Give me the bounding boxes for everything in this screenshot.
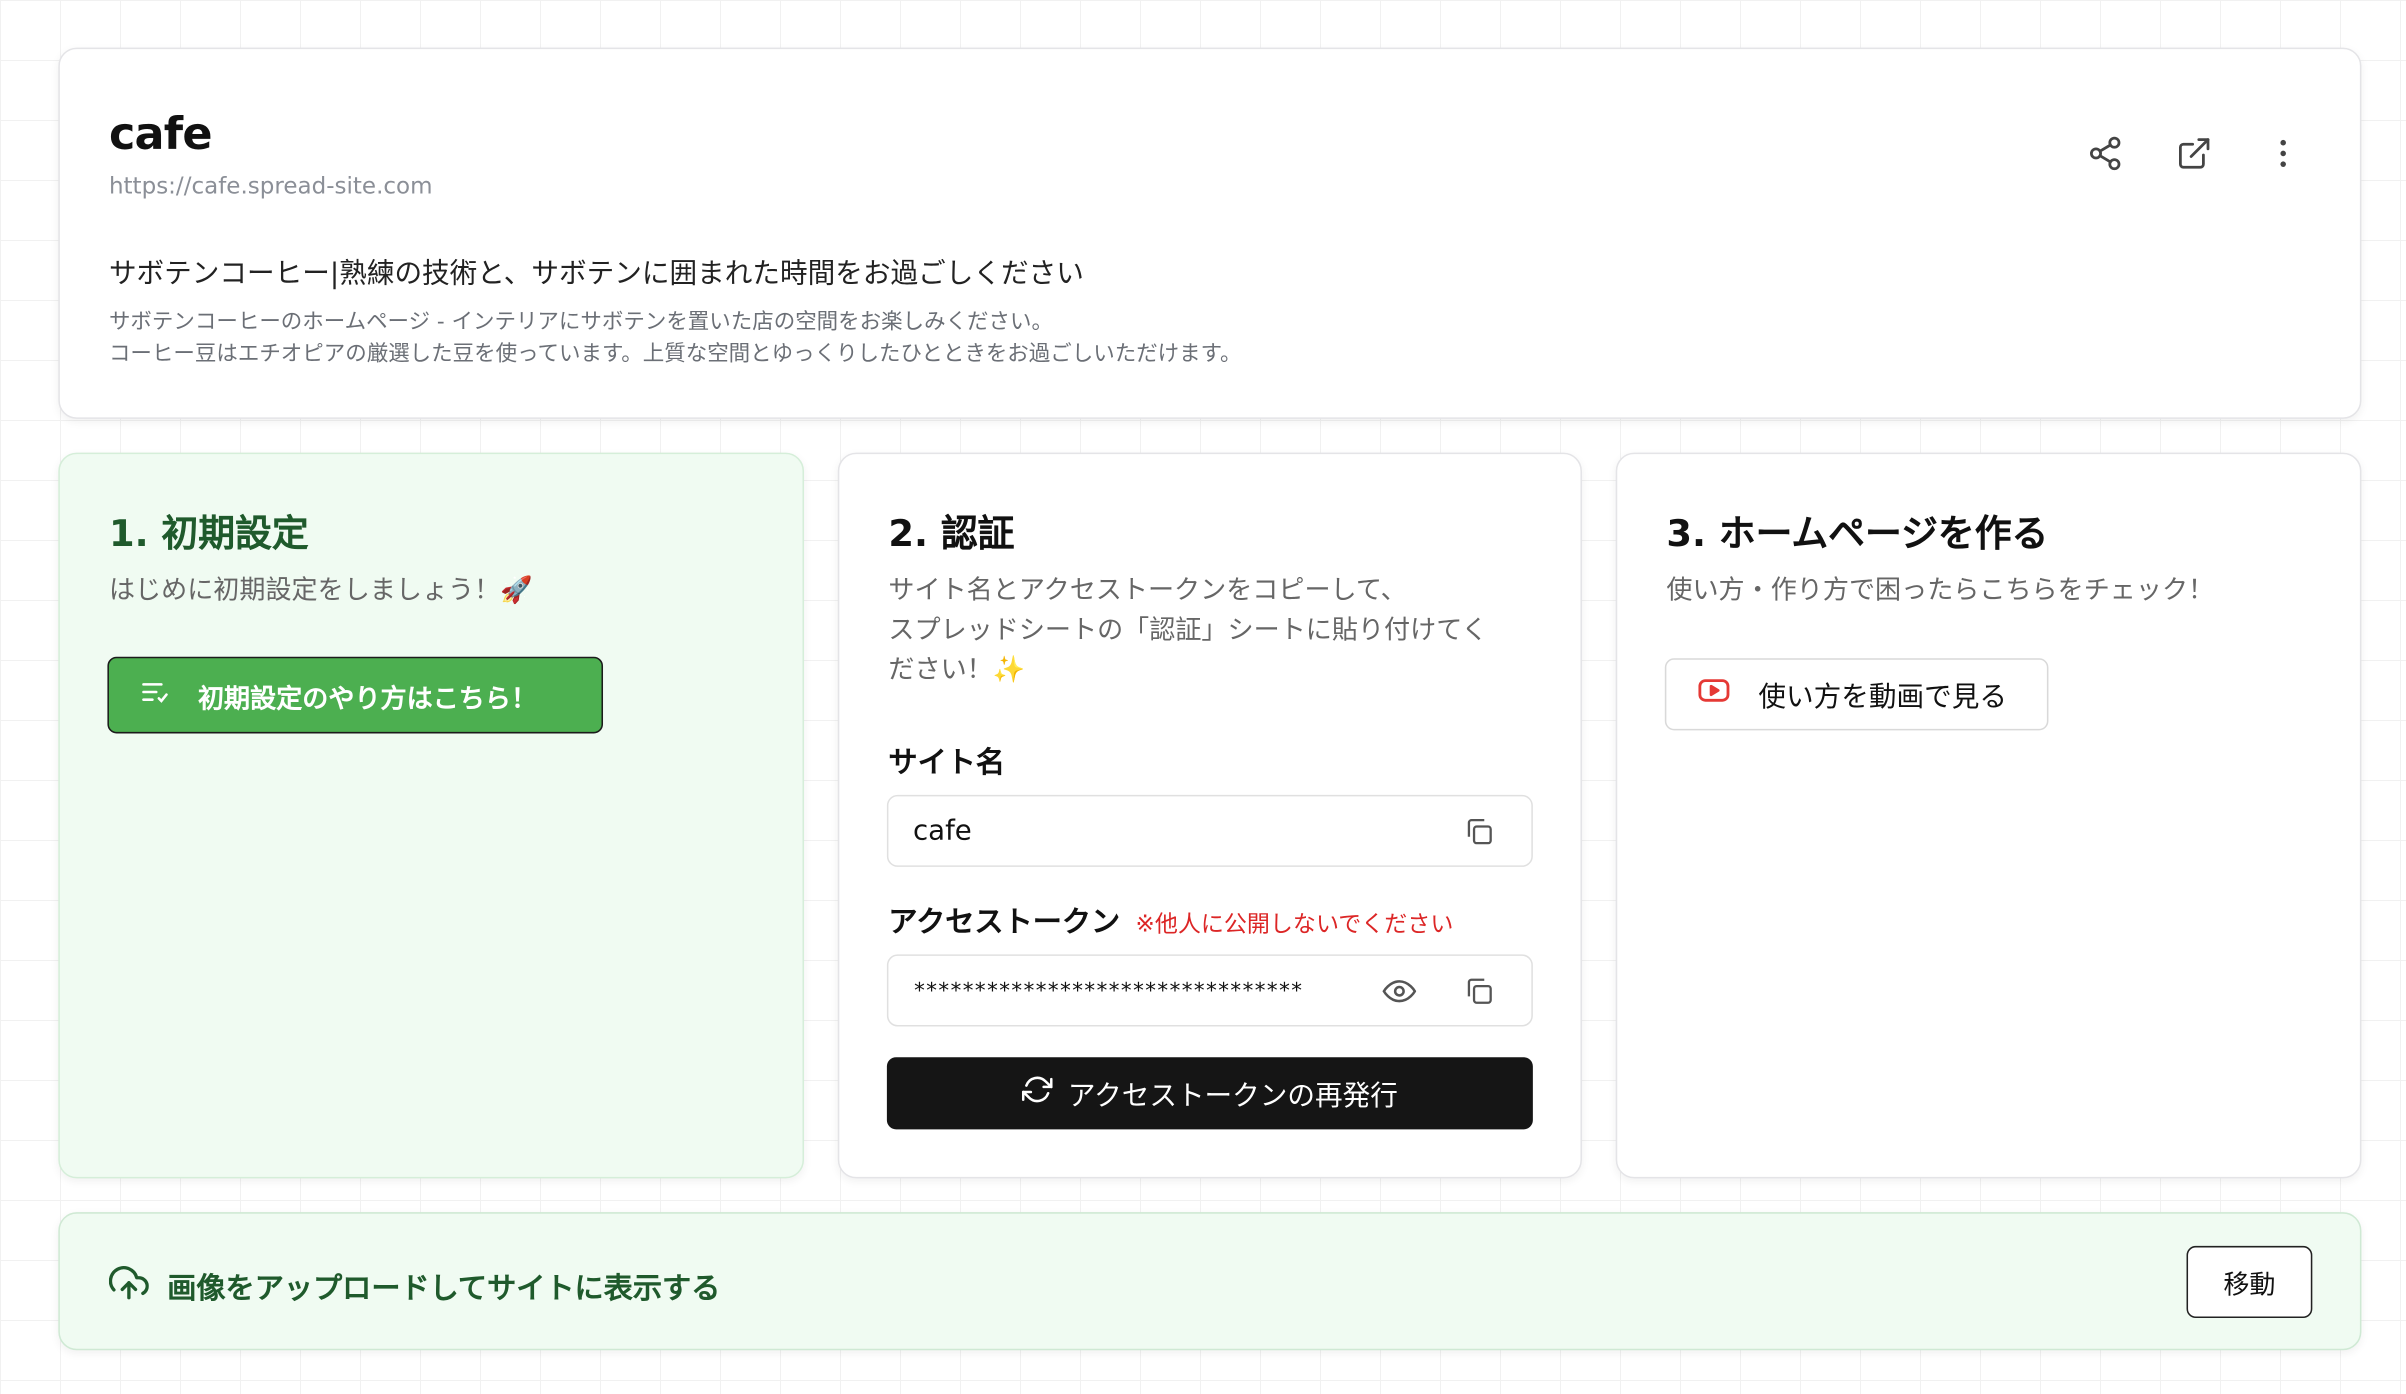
step3-card: 3. ホームページを作る 使い方・作り方で困ったらこちらをチェック！ 使い方を動… <box>1615 452 2362 1179</box>
step3-title: 3. ホームページを作る <box>1666 512 2049 556</box>
site-header-card: cafe https://cafe.spread-site.com サボテンコー… <box>58 47 2362 419</box>
access-token-warning: ※他人に公開しないでください <box>1135 909 1454 938</box>
site-name-field: cafe <box>886 794 1533 867</box>
copy-icon[interactable] <box>1461 972 1498 1009</box>
site-description: サボテンコーヒーのホームページ - インテリアにサボテンを置いた店の空間をお楽し… <box>109 307 1242 371</box>
initial-setup-guide-button[interactable]: 初期設定のやり方はこちら！ <box>107 656 604 734</box>
site-title: cafe <box>108 107 213 160</box>
refresh-icon <box>1021 1074 1053 1112</box>
step2-subtitle: サイト名とアクセストークンをコピーして、 スプレッドシートの「認証」シートに貼り… <box>888 571 1548 691</box>
upload-images-card: 画像をアップロードしてサイトに表示する 移動 <box>58 1212 2362 1351</box>
share-icon[interactable] <box>2081 129 2130 178</box>
site-name-value: cafe <box>912 814 972 847</box>
step2-title: 2. 認証 <box>888 512 1015 556</box>
initial-setup-guide-label: 初期設定のやり方はこちら！ <box>197 683 538 715</box>
step3-subtitle: 使い方・作り方で困ったらこちらをチェック！ <box>1666 575 2215 607</box>
site-name-label: サイト名 <box>888 745 1006 780</box>
header-actions <box>2081 129 2308 178</box>
site-description-line: サボテンコーヒーのホームページ - インテリアにサボテンを置いた店の空間をお楽し… <box>108 309 1053 335</box>
access-token-value: ******************************** <box>912 978 1303 1003</box>
step1-title: 1. 初期設定 <box>108 512 309 556</box>
step1-subtitle: はじめに初期設定をしましょう！🚀 <box>108 575 533 607</box>
reissue-token-button[interactable]: アクセストークンの再発行 <box>886 1057 1533 1130</box>
copy-icon[interactable] <box>1461 812 1498 849</box>
step1-card: 1. 初期設定 はじめに初期設定をしましょう！🚀 初期設定のやり方はこちら！ <box>58 452 805 1179</box>
access-token-field: ******************************** <box>886 954 1533 1027</box>
eye-icon[interactable] <box>1381 972 1418 1009</box>
step2-card: 2. 認証 サイト名とアクセストークンをコピーして、 スプレッドシートの「認証」… <box>837 452 1582 1179</box>
upload-images-label: 画像をアップロードしてサイトに表示する <box>167 1272 721 1306</box>
access-token-label: アクセストークン ※他人に公開しないでください <box>888 899 1453 940</box>
page: cafe https://cafe.spread-site.com サボテンコー… <box>0 0 2406 1394</box>
site-heading: サボテンコーヒー|熟練の技術と、サボテンに囲まれた時間をお過ごしください <box>108 257 1084 291</box>
watch-video-label: 使い方を動画で見る <box>1758 680 2007 713</box>
cloud-upload-icon <box>108 1263 149 1311</box>
site-url: https://cafe.spread-site.com <box>108 171 433 200</box>
list-check-icon <box>140 676 171 714</box>
youtube-icon <box>1697 674 1731 715</box>
access-token-label-text: アクセストークン <box>888 905 1121 940</box>
step2-subtitle-line: ださい！✨ <box>888 655 1026 686</box>
reissue-token-label: アクセストークンの再発行 <box>1067 1079 1398 1112</box>
upload-images-row: 画像をアップロードしてサイトに表示する <box>108 1263 721 1311</box>
step2-subtitle-line: サイト名とアクセストークンをコピーして、 <box>888 575 1407 607</box>
external-link-icon[interactable] <box>2170 129 2219 178</box>
watch-video-button[interactable]: 使い方を動画で見る <box>1664 658 2049 731</box>
step2-subtitle-line: スプレッドシートの「認証」シートに貼り付けてく <box>888 615 1488 646</box>
more-vertical-icon[interactable] <box>2259 129 2308 178</box>
move-button[interactable]: 移動 <box>2186 1245 2313 1319</box>
site-description-line: コーヒー豆はエチオピアの厳選した豆を使っています。上質な空間とゆっくりしたひとと… <box>108 342 1242 367</box>
